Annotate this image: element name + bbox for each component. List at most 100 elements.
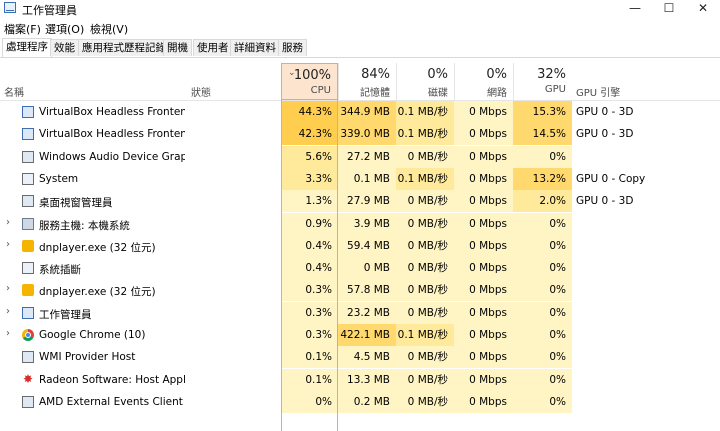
- network-value: 0 Mbps: [454, 145, 513, 168]
- gpu-engine-value: GPU 0 - Copy: [576, 172, 646, 185]
- memory-value: 3.9 MB: [338, 212, 396, 235]
- process-name: VirtualBox Headless Frontend: [39, 106, 185, 118]
- process-name: 桌面視窗管理員: [39, 197, 113, 210]
- column-status[interactable]: 狀態: [191, 84, 211, 99]
- gpu-value: 0%: [513, 301, 572, 324]
- process-row[interactable]: 系統插斷 0.4% 0 MB 0 MB/秒 0 Mbps 0%: [0, 257, 720, 280]
- process-name: Radeon Software: Host Applic...: [39, 373, 185, 386]
- memory-value: 13.3 MB: [338, 368, 396, 391]
- cpu-value: 3.3%: [281, 167, 338, 190]
- menu-view[interactable]: 檢視(V): [90, 21, 128, 37]
- process-name: WMI Provider Host: [39, 351, 136, 364]
- disk-value: 0 MB/秒: [396, 212, 454, 235]
- title-bar: 工作管理員 — ☐ ✕: [0, 0, 720, 18]
- tab-details[interactable]: 詳細資料: [230, 39, 280, 56]
- process-name: dnplayer.exe (32 位元): [39, 241, 156, 254]
- network-value: 0 Mbps: [454, 123, 513, 146]
- close-button[interactable]: ✕: [686, 0, 720, 18]
- process-row[interactable]: › dnplayer.exe (32 位元) 0.4% 59.4 MB 0 MB/秒 0 …: [0, 234, 720, 257]
- column-name[interactable]: 名稱: [4, 84, 24, 99]
- process-row[interactable]: AMD External Events Client M...0%0.2 MB0…: [0, 390, 720, 413]
- column-memory[interactable]: 84% 記憶體: [338, 63, 396, 100]
- process-row[interactable]: VirtualBox Headless Frontend 44.3% 344.9 M…: [0, 101, 720, 123]
- process-row[interactable]: 桌面視窗管理員 1.3% 27.9 MB 0 MB/秒 0 Mbps 2.0% GPU 0 …: [0, 190, 720, 213]
- expand-chevron-icon[interactable]: ›: [6, 283, 10, 294]
- cpu-value: 44.3%: [281, 101, 338, 123]
- process-name: AMD External Events Client M...: [39, 395, 185, 408]
- maximize-button[interactable]: ☐: [652, 0, 686, 18]
- tab-processes[interactable]: 處理程序: [2, 38, 52, 57]
- gpu-value: 0%: [513, 234, 572, 257]
- memory-value: 0.2 MB: [338, 390, 396, 413]
- window-icon: [22, 150, 34, 163]
- process-row[interactable]: VirtualBox Headless Frontend 42.3% 339.0 M…: [0, 123, 720, 146]
- disk-value: 0 MB/秒: [396, 257, 454, 280]
- window-icon: [22, 351, 34, 364]
- disk-value: 0 MB/秒: [396, 390, 454, 413]
- cpu-label: CPU: [310, 85, 331, 96]
- expand-chevron-icon[interactable]: ›: [6, 217, 10, 228]
- vbox-icon: [22, 106, 34, 118]
- radeon-icon: ✸: [22, 371, 34, 386]
- column-network[interactable]: 0% 網路: [454, 63, 513, 100]
- memory-total: 84%: [361, 67, 390, 82]
- cpu-value: 0%: [281, 390, 338, 413]
- network-label: 網路: [487, 88, 507, 99]
- process-name: VirtualBox Headless Frontend: [39, 128, 185, 141]
- chrome-icon: [22, 329, 34, 341]
- tab-users[interactable]: 使用者: [193, 39, 233, 56]
- process-row[interactable]: ✸ Radeon Software: Host Applic... 0.1%13.3…: [0, 368, 720, 391]
- menu-file[interactable]: 檔案(F): [4, 21, 41, 37]
- network-total: 0%: [486, 67, 507, 82]
- process-row[interactable]: › Google Chrome (10) 0.3% 422.1 MB 0.1 MB/秒 0…: [0, 324, 720, 346]
- process-row[interactable]: › 工作管理員 0.3% 23.2 MB 0 MB/秒 0 Mbps 0%: [0, 301, 720, 324]
- network-value: 0 Mbps: [454, 324, 513, 346]
- cpu-value: 0.4%: [281, 234, 338, 257]
- column-gpu-engine[interactable]: GPU 引擎: [576, 84, 620, 99]
- cpu-value: 0.3%: [281, 324, 338, 346]
- process-row[interactable]: Windows Audio Device Graph... 5.6%27.2 MB…: [0, 145, 720, 168]
- cpu-value: 1.3%: [281, 190, 338, 213]
- process-row[interactable]: System 3.3% 0.1 MB 0.1 MB/秒 0 Mbps 13.2% GPU 0…: [0, 167, 720, 190]
- cpu-value: 0.9%: [281, 212, 338, 235]
- gpu-value: 0%: [513, 145, 572, 168]
- vbox-icon: [22, 128, 34, 141]
- system-icon: [22, 172, 34, 185]
- expand-chevron-icon[interactable]: ›: [6, 328, 10, 339]
- cpu-value: 42.3%: [281, 123, 338, 146]
- tab-services[interactable]: 服務: [278, 39, 307, 56]
- column-disk[interactable]: 0% 磁碟: [396, 63, 454, 100]
- minimize-button[interactable]: —: [618, 0, 652, 18]
- network-value: 0 Mbps: [454, 257, 513, 280]
- cpu-value: 0.1%: [281, 346, 338, 369]
- network-value: 0 Mbps: [454, 190, 513, 213]
- column-gpu[interactable]: 32% GPU: [513, 63, 572, 100]
- process-row[interactable]: › 服務主機: 本機系統 0.9% 3.9 MB 0 MB/秒 0 Mbps 0%: [0, 212, 720, 235]
- disk-value: 0 MB/秒: [396, 190, 454, 213]
- memory-value: 422.1 MB: [338, 324, 396, 346]
- tab-startup[interactable]: 開機: [163, 39, 192, 56]
- disk-value: 0.1 MB/秒: [396, 167, 454, 190]
- disk-value: 0.1 MB/秒: [396, 101, 454, 123]
- gpu-value: 0%: [513, 324, 572, 346]
- gpu-value: 14.5%: [513, 123, 572, 146]
- expand-chevron-icon[interactable]: ›: [6, 306, 10, 317]
- taskmgr-icon: [22, 306, 34, 319]
- memory-value: 27.2 MB: [338, 145, 396, 168]
- expand-chevron-icon[interactable]: ›: [6, 239, 10, 250]
- disk-value: 0 MB/秒: [396, 145, 454, 168]
- process-row[interactable]: › dnplayer.exe (32 位元) 0.3% 57.8 MB 0 MB/秒 0 …: [0, 279, 720, 302]
- gpu-value: 0%: [513, 390, 572, 413]
- cpu-value: 0.3%: [281, 279, 338, 302]
- tab-performance[interactable]: 效能: [50, 39, 79, 56]
- gpu-value: 15.3%: [513, 101, 572, 123]
- memory-value: 344.9 MB: [338, 101, 396, 123]
- gear-icon: [22, 217, 34, 230]
- dnplayer-icon: [22, 284, 34, 297]
- network-value: 0 Mbps: [454, 368, 513, 391]
- menu-options[interactable]: 選項(O): [45, 21, 84, 37]
- tab-app-history[interactable]: 應用程式歷程記錄: [78, 39, 170, 56]
- process-row[interactable]: WMI Provider Host 0.1% 4.5 MB 0 MB/秒 0 Mbps 0…: [0, 346, 720, 369]
- gpu-value: 13.2%: [513, 167, 572, 190]
- column-cpu[interactable]: ⌄ 100% CPU: [281, 63, 338, 100]
